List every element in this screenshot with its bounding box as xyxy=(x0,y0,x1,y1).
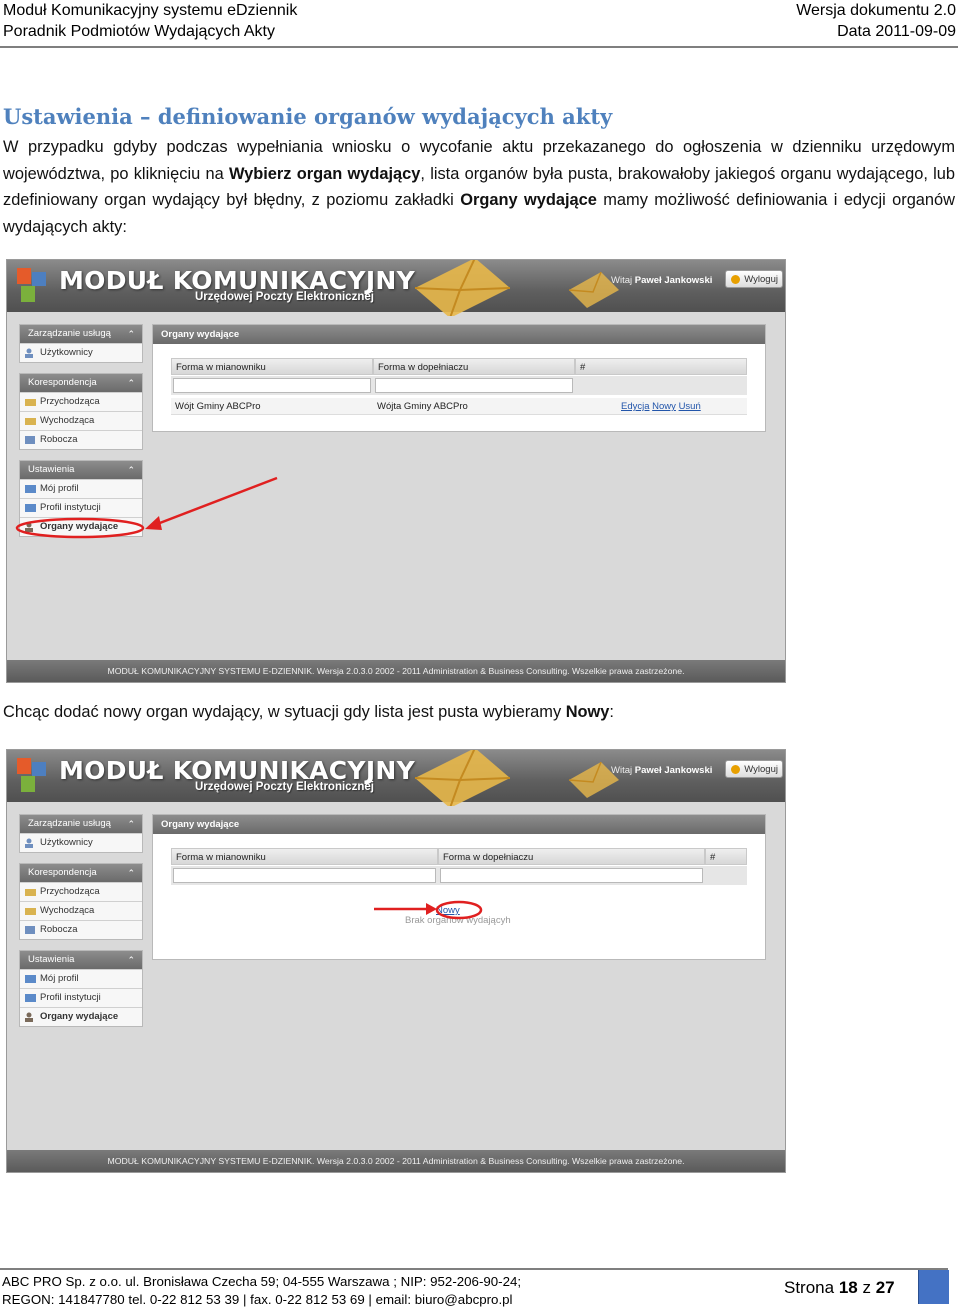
footer-divider xyxy=(0,1268,948,1270)
second-paragraph: Chcąc dodać nowy organ wydający, w sytua… xyxy=(3,703,614,721)
arrow-head xyxy=(145,516,162,530)
para-bold-2: Organy wydające xyxy=(460,191,597,209)
screenshot-empty-list: MODUŁ KOMUNIKACYJNY Urzędowej Poczty Ele… xyxy=(6,749,786,1173)
doc-guide-title: Poradnik Podmiotów Wydających Akty xyxy=(3,23,275,40)
para2-bold: Nowy xyxy=(565,703,610,721)
arrow-head xyxy=(426,903,437,915)
header-divider xyxy=(0,46,958,48)
page-current: 18 xyxy=(838,1278,858,1297)
para2-text: Chcąc dodać nowy organ wydający, w sytua… xyxy=(3,703,566,721)
annotation-overlay xyxy=(15,476,278,539)
intro-paragraph: W przypadku gdyby podczas wypełniania wn… xyxy=(3,134,955,240)
doc-header-left: Moduł Komunikacyjny systemu eDziennik Po… xyxy=(3,0,297,42)
company-address: ABC PRO Sp. z o.o. ul. Bronisława Czecha… xyxy=(2,1274,522,1289)
app-footer: MODUŁ KOMUNIKACYJNY SYSTEMU E-DZIENNIK. … xyxy=(7,1150,785,1172)
annotation-arrow xyxy=(151,476,278,528)
doc-module-title: Moduł Komunikacyjny systemu eDziennik xyxy=(3,2,298,19)
company-info: ABC PRO Sp. z o.o. ul. Bronisława Czecha… xyxy=(2,1273,521,1309)
doc-header-right: Wersja dokumentu 2.0 Data 2011-09-09 xyxy=(796,0,956,42)
footer-accent-box xyxy=(918,1270,949,1304)
section-heading: Ustawienia – definiowanie organów wydają… xyxy=(3,104,613,129)
annotation-overlay xyxy=(374,900,483,920)
doc-version: Wersja dokumentu 2.0 xyxy=(796,2,956,19)
highlight-ellipse xyxy=(15,517,145,539)
highlight-ellipse xyxy=(435,900,483,920)
para-bold-1: Wybierz organ wydający xyxy=(228,164,421,183)
page-total: 27 xyxy=(875,1278,895,1297)
screenshot-organs-list: MODUŁ KOMUNIKACYJNY Urzędowej Poczty Ele… xyxy=(6,259,786,683)
page-number: Strona 18 z 27 xyxy=(784,1278,895,1297)
app-footer: MODUŁ KOMUNIKACYJNY SYSTEMU E-DZIENNIK. … xyxy=(7,660,785,682)
company-contact: REGON: 141847780 tel. 0-22 812 53 39 | f… xyxy=(2,1292,513,1307)
doc-date: Data 2011-09-09 xyxy=(837,23,956,40)
